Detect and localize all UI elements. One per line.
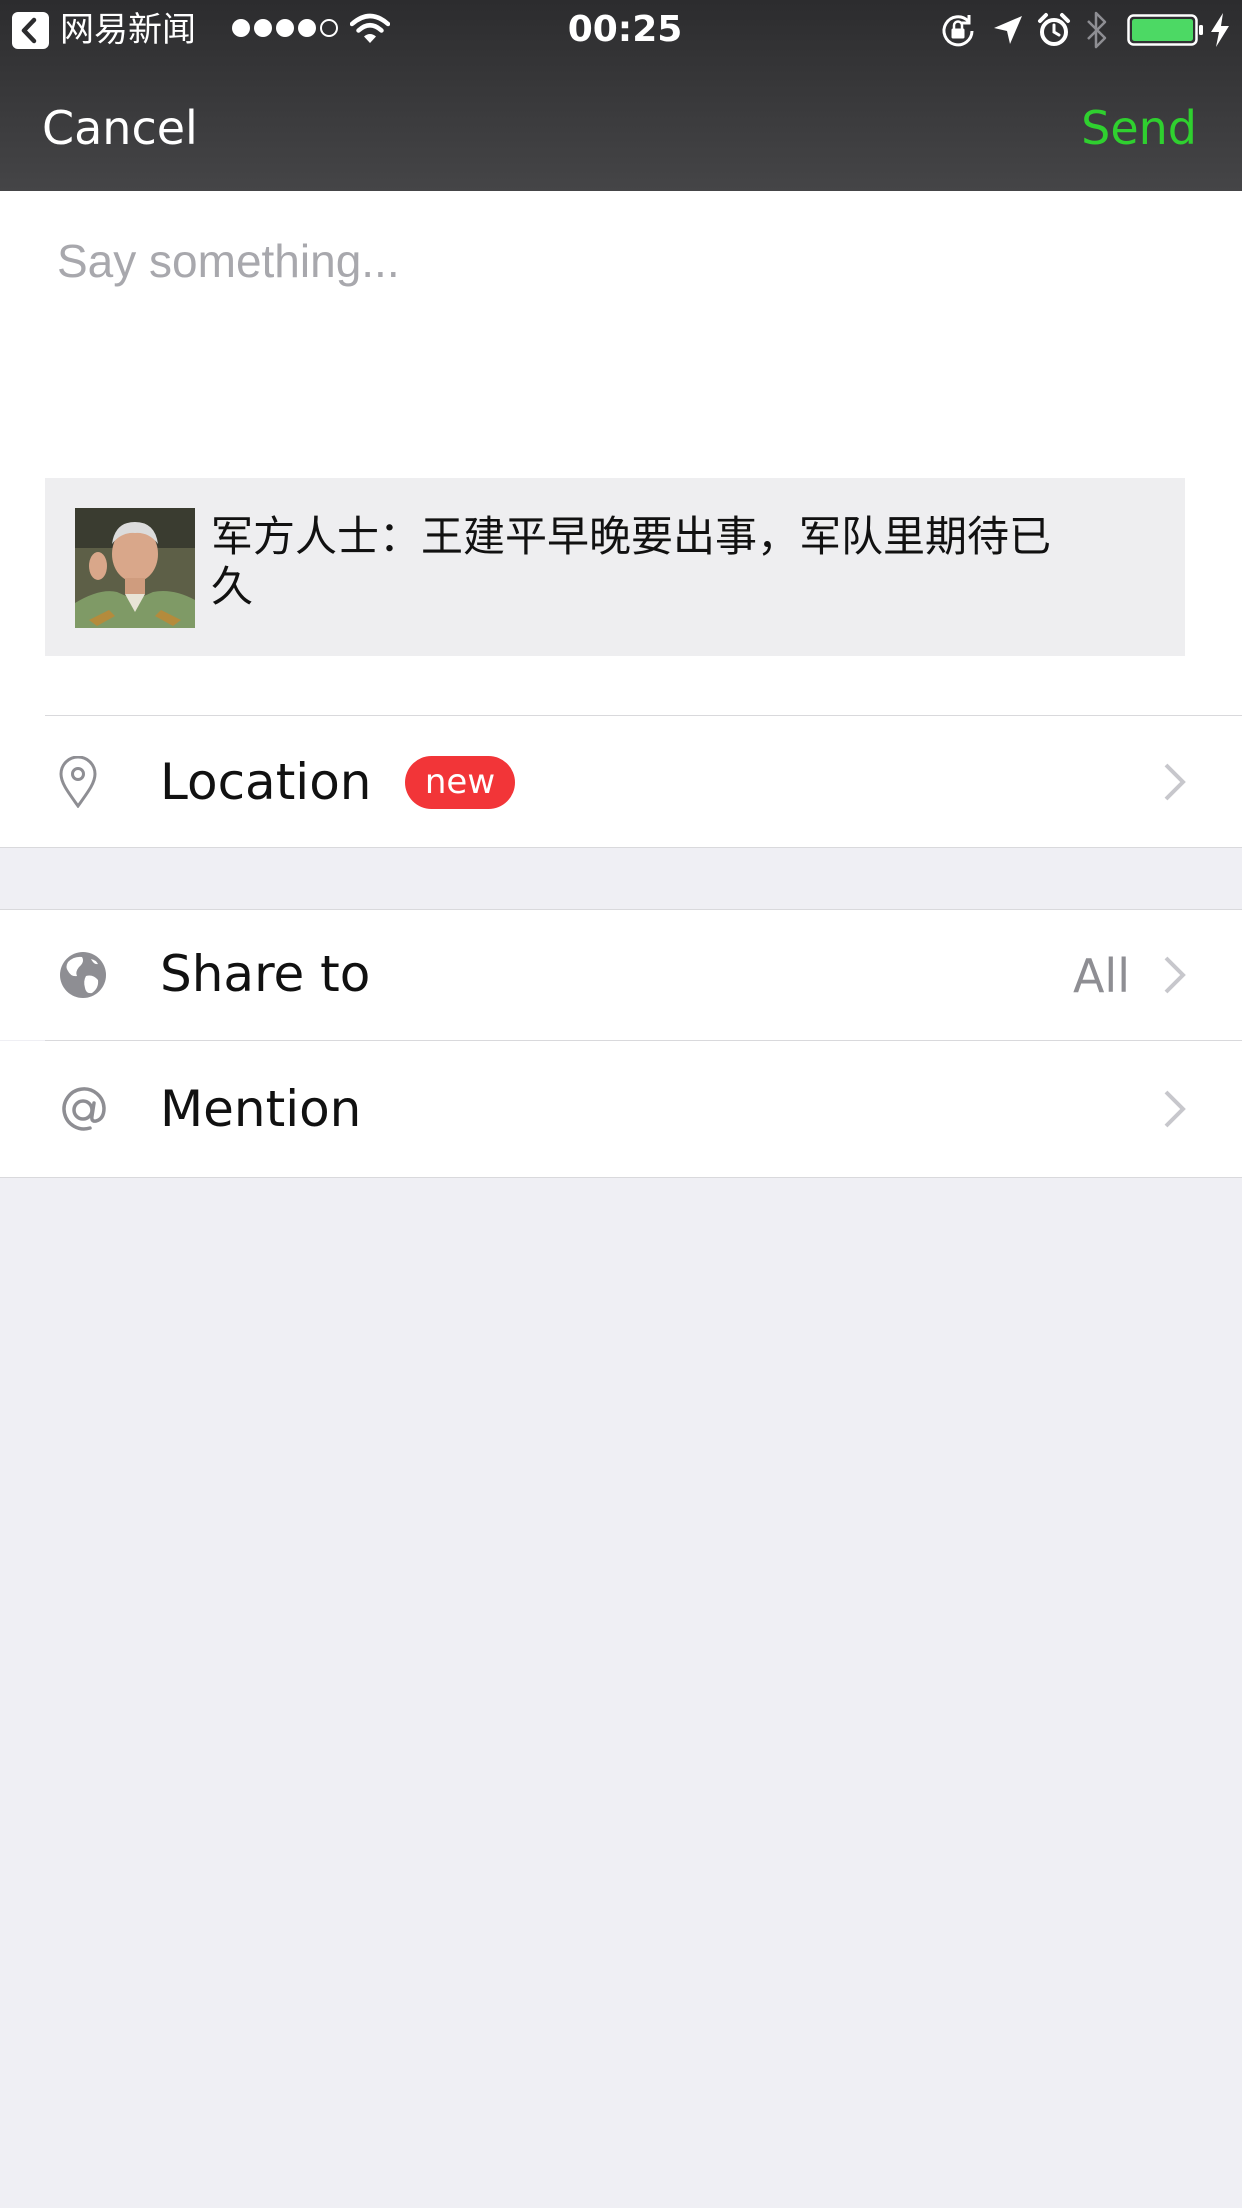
article-thumbnail (75, 508, 195, 628)
rotation-lock-icon (942, 15, 974, 47)
mention-row[interactable]: Mention (0, 1041, 1242, 1177)
new-badge: new (405, 756, 515, 809)
shared-article-card[interactable]: 军方人士：王建平早晚要出事，军队里期待已久 (45, 478, 1185, 656)
location-pin-icon (59, 756, 97, 808)
share-to-value: All (1072, 949, 1130, 1003)
location-arrow-icon (994, 16, 1022, 44)
chevron-right-icon (1164, 956, 1186, 994)
status-bar: 网易新闻 00:25 (0, 0, 1242, 60)
article-title: 军方人士：王建平早晚要出事，军队里期待已久 (211, 512, 1052, 611)
alarm-icon (1038, 13, 1070, 46)
location-label: Location (160, 753, 372, 811)
share-to-label: Share to (160, 945, 371, 1003)
top-bar: 网易新闻 00:25 Cancel Send (0, 0, 1242, 191)
at-icon (62, 1087, 106, 1131)
mention-label: Mention (160, 1080, 362, 1138)
charging-icon (1211, 13, 1229, 47)
chevron-right-icon (1164, 763, 1186, 801)
bluetooth-icon (1087, 11, 1107, 49)
share-to-row[interactable]: Share to All (0, 910, 1242, 1040)
chevron-right-icon (1164, 1090, 1186, 1128)
divider (0, 847, 1242, 848)
divider (0, 1177, 1242, 1178)
cancel-button[interactable]: Cancel (42, 100, 198, 156)
battery-icon (1127, 14, 1203, 46)
send-button[interactable]: Send (1081, 100, 1197, 156)
globe-icon (60, 952, 106, 998)
location-row[interactable]: Location new (0, 716, 1242, 847)
post-text-input[interactable] (40, 231, 1200, 391)
